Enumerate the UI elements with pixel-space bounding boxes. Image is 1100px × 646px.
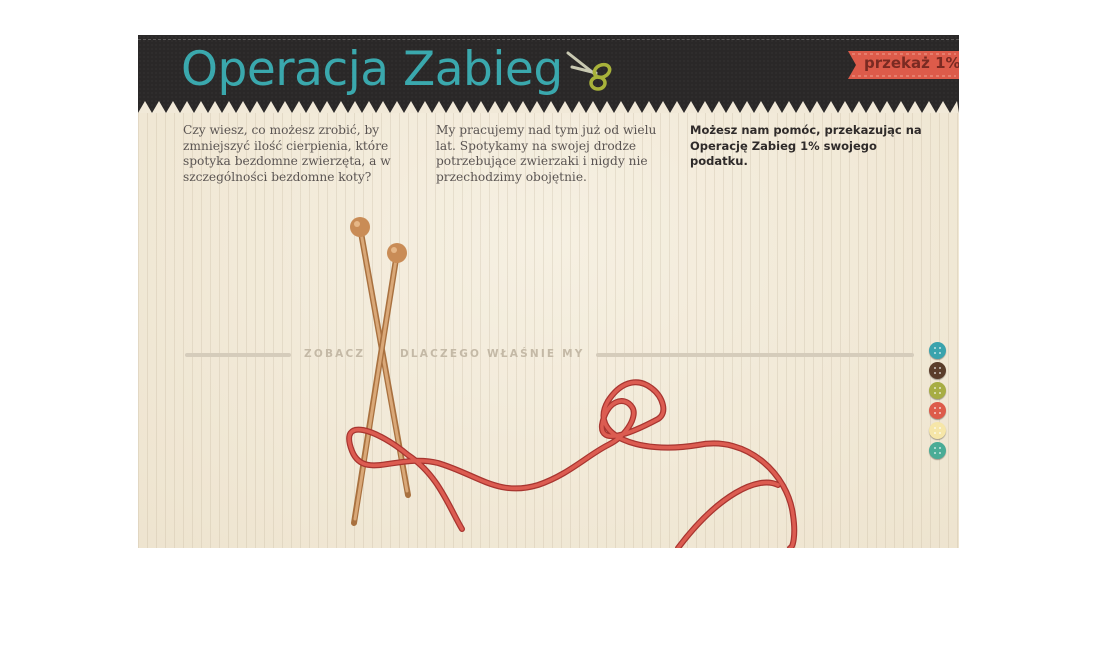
divider-line-right bbox=[596, 353, 914, 357]
page-canvas: Operacja Zabieg przekaż 1% Czy wiesz, co… bbox=[138, 35, 959, 548]
knitting-needles-icon bbox=[350, 217, 411, 526]
nav-button-teal[interactable] bbox=[929, 342, 946, 359]
cta-link-see[interactable]: ZOBACZ bbox=[304, 348, 365, 360]
nav-button-brown[interactable] bbox=[929, 362, 946, 379]
divider-line-left bbox=[185, 353, 291, 357]
yarn-thread bbox=[346, 379, 798, 548]
site-title[interactable]: Operacja Zabieg bbox=[181, 39, 563, 101]
nav-button-cream[interactable] bbox=[929, 422, 946, 439]
header-bar: Operacja Zabieg przekaż 1% bbox=[138, 35, 959, 113]
nav-button-green[interactable] bbox=[929, 442, 946, 459]
intro-text-2: My pracujemy nad tym już od wielu lat. S… bbox=[436, 123, 657, 184]
intro-text-1: Czy wiesz, co możesz zrobić, by zmniejsz… bbox=[183, 123, 391, 184]
intro-text-3: Możesz nam pomóc, przekazując na Operacj… bbox=[690, 123, 922, 169]
nav-button-red[interactable] bbox=[929, 402, 946, 419]
yarn-thread-highlight bbox=[347, 380, 796, 548]
donate-link[interactable]: przekaż 1% bbox=[864, 54, 959, 72]
scissors-icon bbox=[566, 51, 612, 91]
nav-button-olive[interactable] bbox=[929, 382, 946, 399]
header-zigzag-edge bbox=[138, 101, 959, 113]
cta-link-why-us[interactable]: DLACZEGO WŁAŚNIE MY bbox=[400, 348, 585, 360]
